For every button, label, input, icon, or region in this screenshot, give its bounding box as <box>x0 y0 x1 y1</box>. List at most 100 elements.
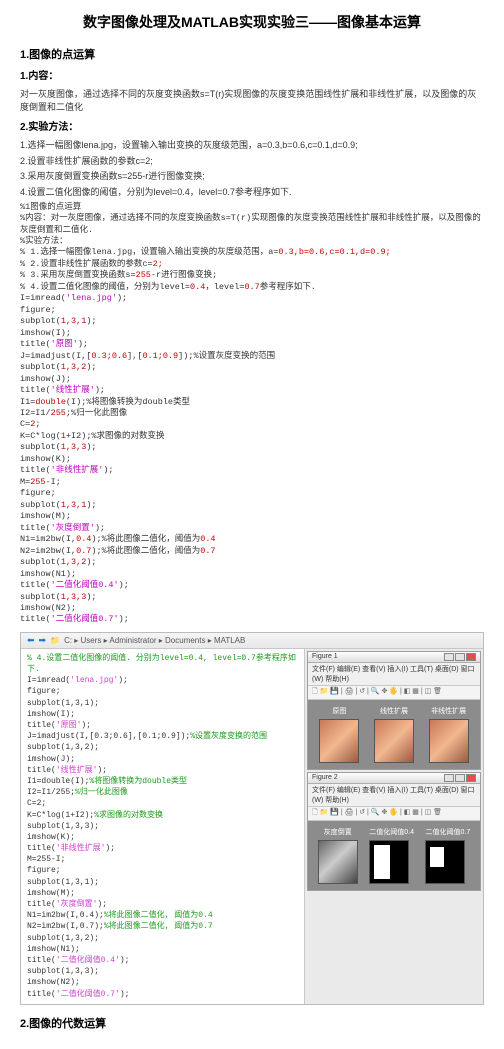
editor-line[interactable]: subplot(1,3,1); <box>27 877 298 888</box>
editor-line[interactable]: imshow(N1); <box>27 944 298 955</box>
editor-line[interactable]: title('二值化阈值0.7'); <box>27 989 298 1000</box>
code-line: title( <box>20 465 51 475</box>
code-num: 1,3,1 <box>61 316 87 326</box>
breadcrumb-path[interactable]: C: ▸ Users ▸ Administrator ▸ Documents ▸… <box>64 636 245 645</box>
sub-heading-content: 1.内容： <box>20 70 484 84</box>
code-line: ;%归一化此图像 <box>66 408 127 418</box>
editor-line[interactable]: I2=I1/255;%归一化此图像 <box>27 787 298 798</box>
editor-line[interactable]: subplot(1,3,1); <box>27 698 298 709</box>
nav-back-icon[interactable]: ⬅ <box>27 635 35 646</box>
figure-iconbar[interactable]: 🗋 📁 💾 | 🖨 | ↺ | 🔍 ✥ 🖐 | ◧ ▦ | ◫ 🗑 <box>308 807 480 821</box>
editor-line[interactable]: N2=im2bw(I,0.7);%将此图像二值化, 阈值为0.7 <box>27 921 298 932</box>
folder-icon[interactable]: 📁 <box>50 636 60 645</box>
figure-title: Figure 2 <box>312 774 338 782</box>
code-string: '原图' <box>51 339 78 349</box>
code-string: '非线性扩展' <box>51 465 104 475</box>
editor-line[interactable]: imshow(J); <box>27 754 298 765</box>
code-line: -I; <box>46 477 61 487</box>
editor-pane[interactable]: % 4.设置二值化图像的阈值. 分别为level=0.4, level=0.7参… <box>21 649 305 1004</box>
code-line: I=imread( <box>20 293 66 303</box>
editor-line[interactable]: J=imadjust(I,[0.3;0.6],[0.1;0.9]);%设置灰度变… <box>27 731 298 742</box>
code-num: 255 <box>136 270 151 280</box>
code-line: title( <box>20 523 51 533</box>
code-line: N1=im2bw(I, <box>20 534 76 544</box>
code-line: figure; <box>20 305 56 315</box>
code-line: subplot( <box>20 592 61 602</box>
code-line: (I);%将图像转换为double类型 <box>66 397 190 407</box>
matlab-code-listing: %1图像的点运算 %内容：对一灰度图像，通过选择不同的灰度变换函数s=T(r)实… <box>20 202 484 626</box>
doc-title: 数字图像处理及MATLAB实现实验三——图像基本运算 <box>20 12 484 32</box>
maximize-icon[interactable] <box>455 774 465 782</box>
step-3: 3.采用灰度倒置变换函数s=255-r进行图像变换; <box>20 170 484 183</box>
editor-line[interactable]: subplot(1,3,2); <box>27 933 298 944</box>
editor-line[interactable]: imshow(I); <box>27 709 298 720</box>
editor-line[interactable]: subplot(1,3,3); <box>27 966 298 977</box>
editor-line[interactable]: K=C*log(1+I2);%求图像的对数变换 <box>27 810 298 821</box>
code-line: title( <box>20 385 51 395</box>
code-line: ); <box>119 580 129 590</box>
content-paragraph: 对一灰度图像，通过选择不同的灰度变换函数s=T(r)实现图像的灰度变换范围线性扩… <box>20 88 484 113</box>
editor-line[interactable]: I1=double(I);%将图像转换为double类型 <box>27 776 298 787</box>
editor-line[interactable]: I=imread('lena.jpg'); <box>27 675 298 686</box>
figure-window-1[interactable]: Figure 1 文件(F) 编辑(E) 查看(V) 插入(I) 工具(T) 桌… <box>307 651 481 770</box>
code-line: I1= <box>20 397 35 407</box>
code-line: title( <box>20 580 51 590</box>
minimize-icon[interactable] <box>444 774 454 782</box>
editor-line[interactable]: imshow(K); <box>27 832 298 843</box>
figure-iconbar[interactable]: 🗋 📁 💾 | 🖨 | ↺ | 🔍 ✥ 🖐 | ◧ ▦ | ◫ 🗑 <box>308 686 480 700</box>
code-line: );%将此图像二值化，阈值为 <box>91 534 200 544</box>
code-keyword: double <box>35 397 66 407</box>
subplot-1: 原图 <box>319 706 359 763</box>
code-line: % 1.选择一幅图像lena.jpg，设置输入输出变换的灰度级范围，a= <box>20 247 278 257</box>
editor-line[interactable]: subplot(1,3,2); <box>27 742 298 753</box>
figure-menubar[interactable]: 文件(F) 编辑(E) 查看(V) 插入(I) 工具(T) 桌面(D) 窗口(W… <box>308 663 480 686</box>
editor-line[interactable]: N1=im2bw(I,0.4);%将此图像二值化, 阈值为0.4 <box>27 910 298 921</box>
editor-line[interactable]: C=2; <box>27 798 298 809</box>
subplot-caption: 二值化阈值0.4 <box>369 827 414 837</box>
code-line: figure; <box>20 488 56 498</box>
subplot-caption: 非线性扩展 <box>429 706 469 716</box>
editor-line[interactable]: M=255-I; <box>27 854 298 865</box>
editor-line[interactable]: figure; <box>27 865 298 876</box>
subplot-caption: 灰度倒置 <box>318 827 358 837</box>
code-line: subplot( <box>20 500 61 510</box>
code-line: % 4.设置二值化图像的阈值，分别为level= <box>20 282 190 292</box>
image-linear-stretch <box>374 719 414 763</box>
step-1: 1.选择一幅图像lena.jpg，设置输入输出变换的灰度级范围，a=0.3,b=… <box>20 139 484 152</box>
minimize-icon[interactable] <box>444 653 454 661</box>
figure-title: Figure 1 <box>312 653 338 661</box>
editor-line[interactable]: title('非线性扩展'); <box>27 843 298 854</box>
maximize-icon[interactable] <box>455 653 465 661</box>
code-line: % 3.采用灰度倒置变换函数s= <box>20 270 136 280</box>
code-line: ; <box>35 419 40 429</box>
editor-line[interactable]: title('灰度倒置'); <box>27 899 298 910</box>
code-line: %实验方法： <box>20 236 68 246</box>
code-num: 0.3;0.6 <box>91 351 127 361</box>
image-original <box>319 719 359 763</box>
code-line: imshow(N2); <box>20 603 76 613</box>
code-line: subplot( <box>20 316 61 326</box>
ide-toolbar[interactable]: ⬅ ➡ 📁 C: ▸ Users ▸ Administrator ▸ Docum… <box>21 633 483 649</box>
code-num: 0.7 <box>244 282 259 292</box>
figure-menubar[interactable]: 文件(F) 编辑(E) 查看(V) 插入(I) 工具(T) 桌面(D) 窗口(W… <box>308 784 480 807</box>
code-num: 0.4 <box>200 534 215 544</box>
code-line: title( <box>20 339 51 349</box>
editor-line[interactable]: % 4.设置二值化图像的阈值. 分别为level=0.4, level=0.7参… <box>27 653 298 675</box>
nav-forward-icon[interactable]: ➡ <box>39 635 47 646</box>
editor-line[interactable]: title('二值化阈值0.4'); <box>27 955 298 966</box>
editor-line[interactable]: imshow(M); <box>27 888 298 899</box>
close-icon[interactable] <box>466 774 476 782</box>
sub-heading-method: 2.实验方法： <box>20 121 484 135</box>
editor-line[interactable]: imshow(N2); <box>27 977 298 988</box>
code-line: ],[ <box>127 351 142 361</box>
code-num: 255 <box>30 477 45 487</box>
editor-line[interactable]: title('原图'); <box>27 720 298 731</box>
editor-line[interactable]: figure; <box>27 686 298 697</box>
code-num: 0.4 <box>76 534 91 544</box>
figure-window-2[interactable]: Figure 2 文件(F) 编辑(E) 查看(V) 插入(I) 工具(T) 桌… <box>307 772 481 891</box>
code-line: ); <box>86 362 96 372</box>
editor-line[interactable]: subplot(1,3,3); <box>27 821 298 832</box>
close-icon[interactable] <box>466 653 476 661</box>
editor-line[interactable]: title('线性扩展'); <box>27 765 298 776</box>
code-num: 1,3,2 <box>61 362 87 372</box>
